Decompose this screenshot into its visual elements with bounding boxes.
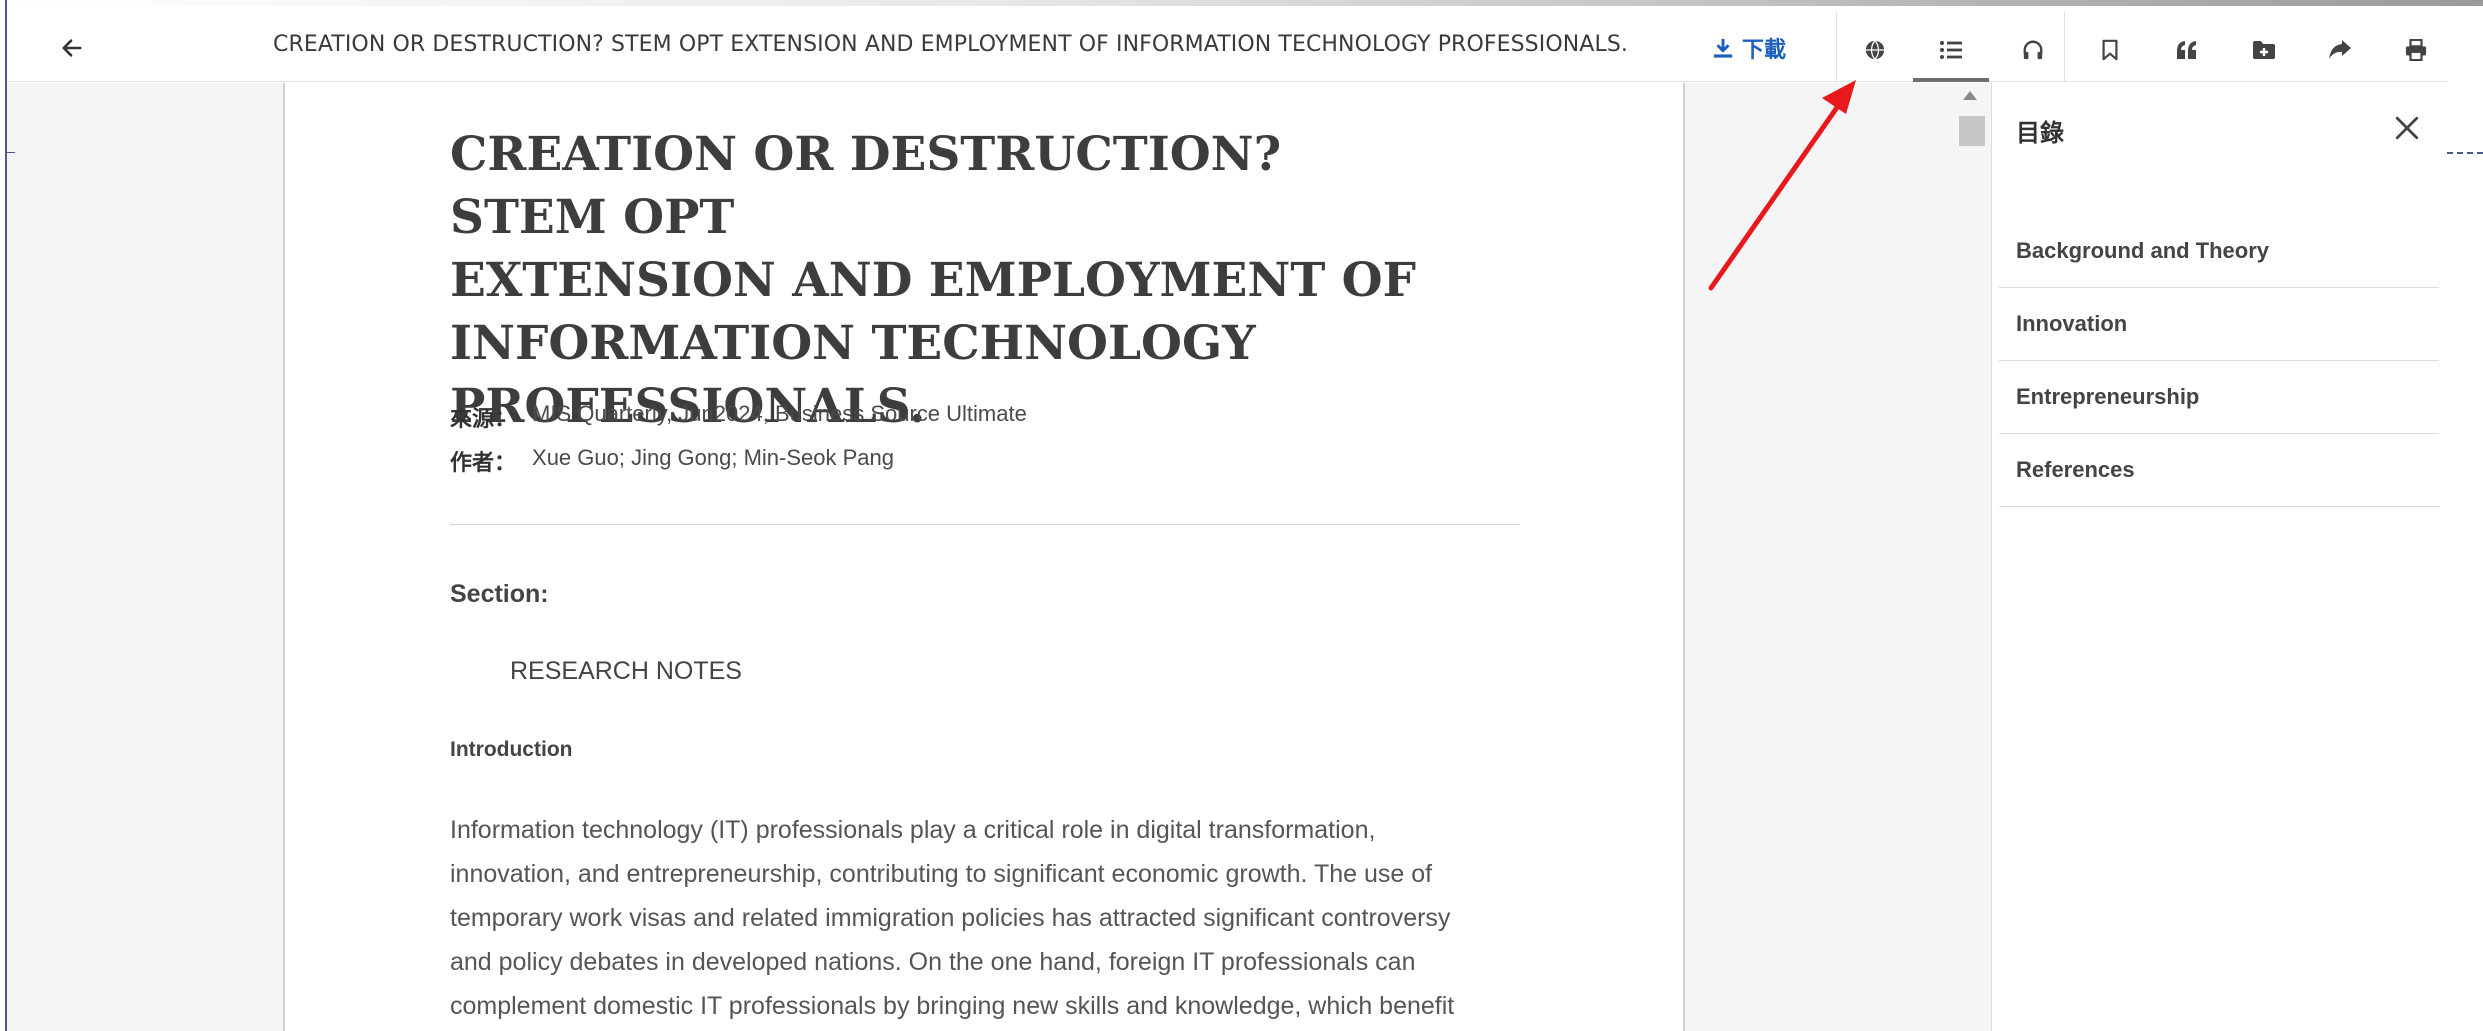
share-icon [2329,40,2351,59]
article-title-line: INFORMATION TECHNOLOGY [450,316,1256,371]
scrollbar-thumb[interactable] [1959,116,1985,146]
introduction-heading: Introduction [450,738,573,761]
body-line: complement domestic IT professionals by … [450,992,1455,1020]
translate-button[interactable] [1849,24,1901,76]
download-label: 下載 [1742,37,1787,62]
frame-dash-left [7,152,15,153]
scroll-up-arrow[interactable] [1963,91,1977,100]
folder-add-icon [2253,41,2275,59]
headphones-icon [2023,40,2043,60]
toc-item-references[interactable]: References [1999,434,2439,507]
article-title-line: CREATION OR DESTRUCTION? STEM OPT [450,127,1282,245]
author-label: 作者： [450,450,517,475]
body-line: and policy debates in developed nations.… [450,948,1416,976]
back-button[interactable] [52,28,92,68]
close-icon [2395,116,2419,140]
toc-item-innovation[interactable]: Innovation [1999,288,2439,361]
section-value: RESEARCH NOTES [510,657,742,685]
bookmark-button[interactable] [2084,24,2136,76]
toc-item-entrepreneurship[interactable]: Entrepreneurship [1999,361,2439,434]
reader-page: CREATION OR DESTRUCTION? STEM OPT EXTENS… [0,0,2483,1031]
listen-button[interactable] [2007,24,2059,76]
cite-button[interactable] [2161,24,2213,76]
add-to-folder-button[interactable] [2238,24,2290,76]
section-label: Section: [450,580,549,608]
toolbar-divider [1836,12,1837,82]
article-body: Information technology (IT) professional… [450,808,1520,1028]
toc-item-background-and-theory[interactable]: Background and Theory [1999,215,2439,288]
article-title-line: EXTENSION AND EMPLOYMENT OF [450,253,1416,308]
body-line: Information technology (IT) professional… [450,816,1376,844]
quote-icon [2177,41,2196,59]
document-title: CREATION OR DESTRUCTION? STEM OPT EXTENS… [273,32,1628,57]
left-margin-area [7,83,283,1031]
toolbar: CREATION OR DESTRUCTION? STEM OPT EXTENS… [7,6,2447,82]
body-line: temporary work visas and related immigra… [450,904,1451,932]
print-icon [2405,39,2427,61]
author-value[interactable]: Xue Guo; Jing Gong; Min-Seok Pang [532,445,894,477]
bookmark-icon [2102,39,2118,61]
table-of-contents-panel: 目錄 Background and Theory Innovation Entr… [1991,83,2447,1031]
frame-dash-right [2447,152,2483,154]
body-line: innovation, and entrepreneurship, contri… [450,860,1433,888]
back-arrow-icon [62,39,82,57]
article-card: CREATION OR DESTRUCTION? STEM OPT EXTENS… [283,83,1685,1031]
source-row: 來源： MIS Quarterly, Jun2024, Business Sou… [450,401,1027,433]
toolbar-divider [2064,12,2065,82]
article-title: CREATION OR DESTRUCTION? STEM OPT EXTENS… [450,123,1450,438]
print-button[interactable] [2390,24,2442,76]
right-gutter [1685,83,1991,1031]
source-label: 來源： [450,406,517,431]
metadata-divider [450,524,1520,525]
download-button[interactable]: 下載 [1712,28,1786,68]
source-value: MIS Quarterly, Jun2024, Business Source … [532,401,1027,426]
toc-close-button[interactable] [2387,108,2427,148]
share-button[interactable] [2314,24,2366,76]
author-row: 作者： Xue Guo; Jing Gong; Min-Seok Pang [450,445,894,477]
table-of-contents-button[interactable] [1913,24,1989,82]
globe-icon [1865,40,1885,60]
toc-title: 目錄 [2016,120,2064,147]
list-icon [1940,41,1962,59]
download-icon [1713,38,1733,58]
